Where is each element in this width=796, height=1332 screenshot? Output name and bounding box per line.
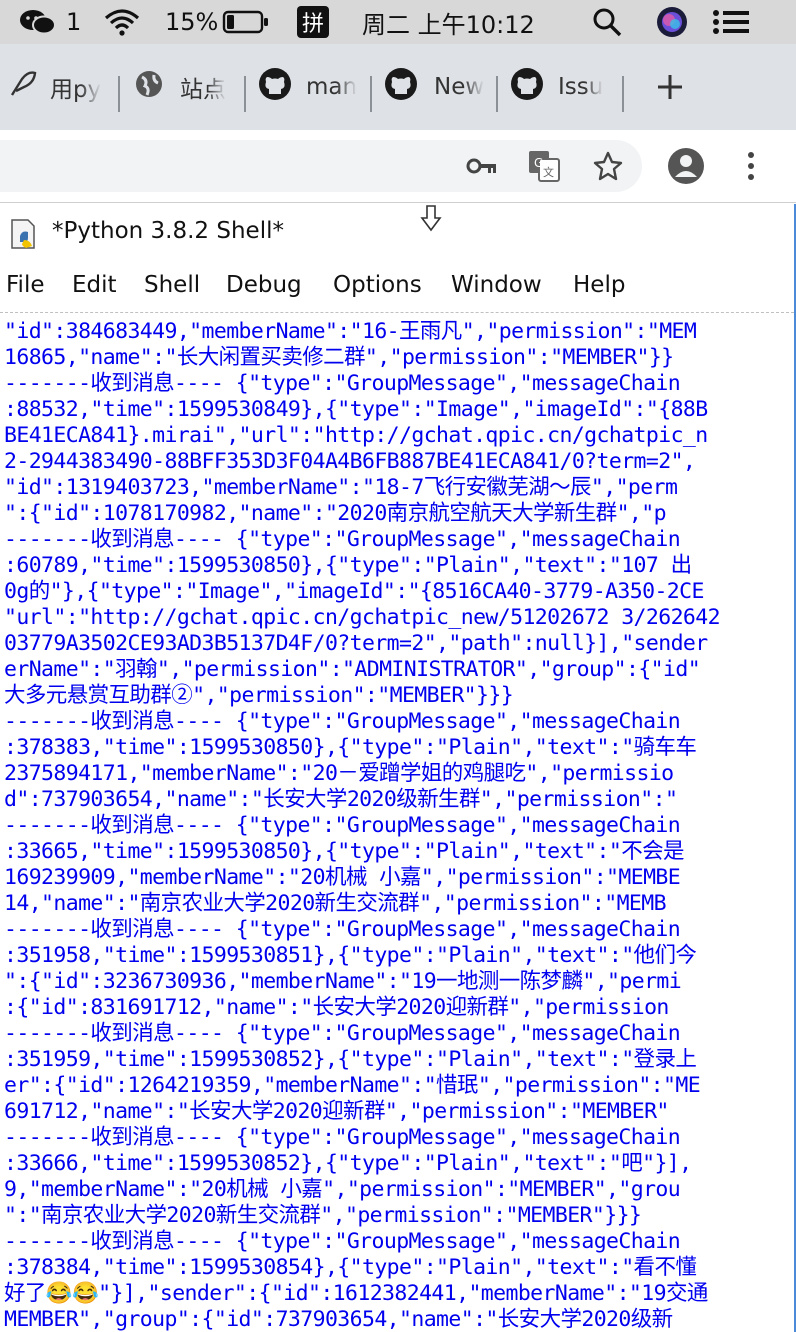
wechat-badge-count: 1 (66, 8, 82, 36)
shell-output-line: 691712,"name":"长安大学2020迎新群","permission"… (4, 1099, 669, 1124)
tab-label: 站点 (180, 77, 226, 103)
shell-output-line: BE41ECA841}.mirai","url":"http://gchat.q… (4, 423, 708, 448)
new-tab-button[interactable] (650, 44, 690, 130)
shell-output-line: -------收到消息---- {"type":"GroupMessage","… (4, 1021, 681, 1046)
shell-output-line: 大多元悬赏互助群②","permission":"MEMBER"}}} (4, 683, 514, 708)
shell-output-line: -------收到消息---- {"type":"GroupMessage","… (4, 371, 681, 396)
browser-toolbar: G文 (0, 130, 796, 203)
macos-menu-bar: 1 15% 拼 周二 上午10:12 (0, 0, 796, 44)
plus-icon (658, 75, 682, 99)
github-icon (258, 67, 292, 107)
clipped-previous-line (0, 306, 794, 313)
globe-icon (134, 69, 164, 105)
menu-debug[interactable]: Debug (226, 272, 302, 298)
shell-output-line: -------收到消息---- {"type":"GroupMessage","… (4, 813, 681, 838)
window-title: *Python 3.8.2 Shell* (52, 218, 284, 244)
shell-output[interactable]: "id":384683449,"memberName":"16-王雨凡","pe… (0, 306, 794, 1332)
tab-1[interactable]: 用py (8, 44, 108, 130)
shell-output-line: "id":1319403723,"memberName":"18-7飞行安徽芜湖… (4, 475, 678, 500)
shell-output-line: :88532,"time":1599530849},{"type":"Image… (4, 397, 708, 422)
svg-text:文: 文 (543, 165, 554, 179)
tab-2[interactable]: 站点 (134, 44, 234, 130)
spotlight-search-icon[interactable] (592, 0, 622, 44)
shell-output-line: :{"id":831691712,"name":"长安大学2020迎新群","p… (4, 995, 669, 1020)
github-icon (510, 67, 544, 107)
shell-output-line: 2-2944383490-88BFF353D3F04A4B6FB887BE41E… (4, 449, 696, 474)
tab-divider (118, 76, 120, 112)
tab-4[interactable]: New (384, 44, 484, 130)
feather-icon (8, 69, 38, 105)
python-idle-icon (8, 218, 42, 256)
input-method-icon[interactable]: 拼 (297, 0, 329, 44)
idle-shell-window: *Python 3.8.2 Shell* File Edit Shell Deb… (0, 204, 796, 1332)
shell-output-line: 14,"name":"南京农业大学2020新生交流群","permission"… (4, 891, 667, 916)
shell-output-line: :378384,"time":1599530854},{"type":"Plai… (4, 1255, 697, 1280)
more-menu-icon[interactable] (736, 148, 766, 184)
shell-output-line: 2375894171,"memberName":"20－爱蹭学姐的鸡腿吃","p… (4, 761, 674, 786)
tab-5[interactable]: Issu (510, 44, 610, 130)
menu-file[interactable]: File (6, 272, 45, 298)
wechat-icon[interactable] (18, 0, 58, 44)
shell-output-line: ":{"id":3236730936,"memberName":"19一地测一陈… (4, 969, 682, 994)
shell-output-line: :60789,"time":1599530850},{"type":"Plain… (4, 553, 692, 578)
browser-tab-strip: 用py 站点 man New Issu (0, 44, 796, 130)
shell-output-line: 0g的"},{"type":"Image","imageId":"{8516CA… (4, 579, 704, 604)
shell-output-line: ":{"id":1078170982,"name":"2020南京航空航天大学新… (4, 501, 667, 526)
shell-output-line: "id":384683449,"memberName":"16-王雨凡","pe… (4, 319, 697, 344)
tab-divider (370, 76, 372, 112)
shell-output-line: :33666,"time":1599530852},{"type":"Plain… (4, 1151, 692, 1176)
shell-output-line: "url":"http://gchat.qpic.cn/gchatpic_new… (4, 605, 721, 630)
tab-label: Issu (558, 74, 604, 100)
battery-icon[interactable] (222, 0, 270, 44)
shell-output-line: er":{"id":1264219359,"memberName":"惜珉","… (4, 1073, 701, 1098)
tab-divider (496, 76, 498, 112)
shell-output-line: 169239909,"memberName":"20机械 小嘉","permis… (4, 865, 681, 890)
profile-avatar-icon[interactable] (666, 146, 706, 186)
notification-center-icon[interactable] (712, 0, 750, 44)
shell-output-line: 16865,"name":"长大闲置买卖修二群","permission":"M… (4, 345, 674, 370)
shell-output-line: :33665,"time":1599530850},{"type":"Plain… (4, 839, 685, 864)
menu-help[interactable]: Help (573, 272, 625, 298)
menu-window[interactable]: Window (451, 272, 542, 298)
tab-divider (622, 76, 624, 112)
idle-menu-bar: File Edit Shell Debug Options Window Hel… (0, 266, 794, 306)
shell-output-line: 好了😂😂"}],"sender":{"id":1612382441,"membe… (4, 1281, 708, 1306)
shell-output-line: 9,"memberName":"20机械 小嘉","permission":"M… (4, 1177, 681, 1202)
key-icon[interactable] (464, 148, 500, 184)
shell-output-line: :351959,"time":1599530852},{"type":"Plai… (4, 1047, 697, 1072)
menu-options[interactable]: Options (333, 272, 422, 298)
shell-output-line: ":"南京农业大学2020新生交流群","permission":"MEMBER… (4, 1203, 642, 1228)
shell-output-line: :378383,"time":1599530850},{"type":"Plai… (4, 735, 697, 760)
tab-label: 用py (50, 77, 102, 103)
battery-percent: 15% (165, 8, 219, 36)
shell-output-line: :351958,"time":1599530851},{"type":"Plai… (4, 943, 697, 968)
siri-icon[interactable] (656, 0, 688, 44)
menu-shell[interactable]: Shell (144, 272, 200, 298)
svg-text:G: G (534, 156, 543, 170)
shell-output-line: -------收到消息---- {"type":"GroupMessage","… (4, 709, 681, 734)
shell-output-line: -------收到消息---- {"type":"GroupMessage","… (4, 1125, 681, 1150)
clock[interactable]: 周二 上午10:12 (362, 0, 535, 44)
wifi-icon[interactable] (104, 0, 140, 44)
shell-output-line: -------收到消息---- {"type":"GroupMessage","… (4, 527, 681, 552)
window-titlebar[interactable]: *Python 3.8.2 Shell* (0, 204, 794, 264)
menu-edit[interactable]: Edit (72, 272, 117, 298)
shell-output-line: MEMBER","group":{"id":737903654,"name":"… (4, 1307, 673, 1332)
github-icon (384, 67, 418, 107)
shell-output-line: erName":"羽翰","permission":"ADMINISTRATOR… (4, 657, 701, 682)
resize-cursor-icon (420, 204, 442, 236)
shell-output-line: -------收到消息---- {"type":"GroupMessage","… (4, 917, 681, 942)
tab-3[interactable]: man (258, 44, 358, 130)
tab-label: New (434, 74, 484, 100)
tab-label: man (306, 74, 358, 100)
tab-divider (244, 76, 246, 112)
shell-output-line: 03779A3502CE93AD3B5137D4F/0?term=2","pat… (4, 631, 708, 656)
translate-icon[interactable]: G文 (526, 146, 562, 186)
shell-output-line: d":737903654,"name":"长安大学2020级新生群","perm… (4, 787, 678, 812)
shell-output-line: -------收到消息---- {"type":"GroupMessage","… (4, 1229, 681, 1254)
bookmark-star-icon[interactable] (590, 148, 626, 184)
